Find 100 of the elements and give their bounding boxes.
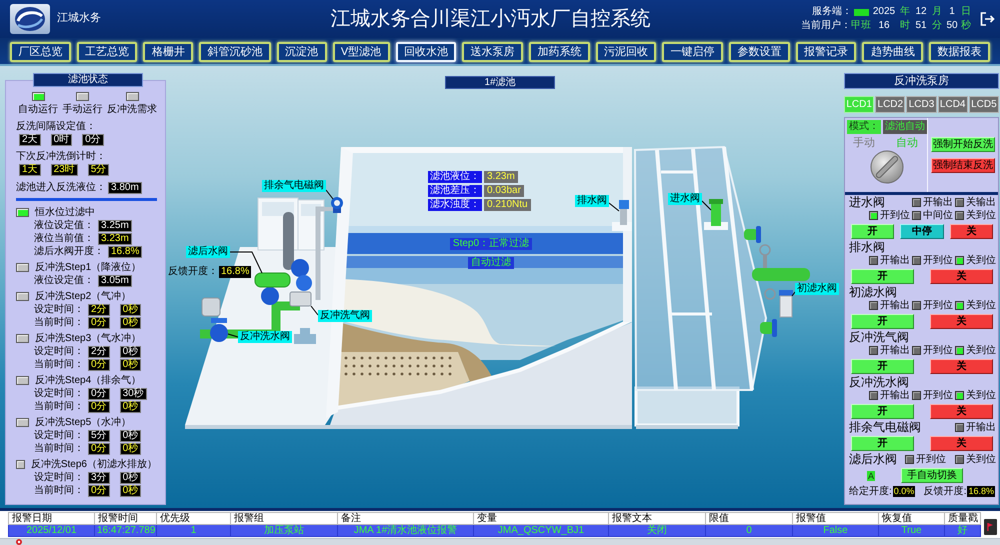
close-button[interactable]: 关	[930, 404, 993, 419]
app-icon[interactable]	[16, 539, 22, 545]
date-unit: 月	[931, 6, 943, 18]
start-backwash-button[interactable]: 强制开始反洗	[931, 137, 995, 152]
signal-label: 开到位	[880, 210, 910, 222]
signal-label: 开到位	[923, 390, 953, 402]
valve-name: 排水阀	[849, 241, 885, 254]
field-label: 反洗间隔设定值：	[16, 121, 97, 133]
nav-button[interactable]: 数据报表	[929, 42, 990, 62]
lcd-tab[interactable]: LCD2	[875, 96, 906, 113]
lcd-tab[interactable]: LCD3	[906, 96, 937, 113]
value-display: 2分	[88, 304, 110, 316]
field-label: 液位当前值：	[34, 232, 94, 244]
nav-button[interactable]: 加药系统	[528, 42, 590, 62]
flag-icon[interactable]	[984, 519, 997, 535]
switch-position-label: 自动	[896, 137, 918, 150]
rotary-switch[interactable]	[870, 150, 904, 184]
open-button[interactable]: 开	[851, 314, 914, 329]
column-header[interactable]: 报警组	[230, 512, 338, 524]
stop-backwash-button[interactable]: 强制结束反洗	[931, 158, 995, 173]
mode-flag: A	[867, 470, 876, 480]
leader-line	[608, 202, 620, 212]
column-header[interactable]: 报警值	[792, 512, 878, 524]
logout-icon[interactable]	[979, 11, 995, 27]
column-header[interactable]: 报警时间	[94, 512, 156, 524]
table-cell: 关闭	[608, 524, 706, 536]
value-display: 0分	[88, 316, 110, 328]
nav-button[interactable]: 回收水池	[396, 42, 456, 62]
nav-button[interactable]: V型滤池	[332, 42, 390, 62]
valve-drawing	[779, 290, 793, 318]
valve-drawing	[619, 200, 629, 225]
nav-button[interactable]: 参数设置	[729, 42, 790, 62]
valve-label: 排余气电磁阀	[262, 180, 326, 192]
nav-button[interactable]: 污泥回收	[596, 42, 656, 62]
field-label: 设定时间：	[34, 346, 84, 358]
open-button[interactable]: 开	[851, 269, 914, 284]
open-button[interactable]: 开	[851, 436, 914, 451]
leader-line	[326, 190, 334, 200]
column-header[interactable]: 优先级	[156, 512, 230, 524]
pause-button[interactable]: 中停	[900, 224, 944, 239]
auto-manual-button[interactable]: 手自动切换	[901, 468, 964, 483]
nav-button[interactable]: 送水泵房	[462, 42, 523, 62]
nav-button[interactable]: 工艺总览	[76, 42, 138, 62]
valve-label: 滤后水阀	[186, 246, 230, 258]
close-button[interactable]: 关	[930, 436, 993, 451]
column-header[interactable]: 恢复值	[878, 512, 944, 524]
value-display: 5分	[88, 164, 110, 176]
column-header[interactable]: 限值	[706, 512, 792, 524]
nav-button[interactable]: 斜管沉砂池	[199, 42, 271, 62]
close-button[interactable]: 关	[950, 224, 993, 239]
nav-button[interactable]: 报警记录	[796, 42, 856, 62]
lcd-tab[interactable]: LCD4	[938, 96, 968, 113]
signal-label: 关到位	[966, 210, 996, 222]
close-button[interactable]: 关	[930, 359, 993, 374]
signal-label: 开输出	[966, 422, 996, 434]
leader-line	[310, 306, 318, 316]
valve-name: 滤后水阀	[849, 453, 897, 466]
nav-button[interactable]: 趋势曲线	[862, 42, 924, 62]
field-label: 液位设定值：	[34, 274, 94, 286]
column-header[interactable]: 质量戳	[944, 512, 980, 524]
nav-button[interactable]: 格栅井	[143, 42, 194, 62]
field-label: 当前时间：	[34, 400, 84, 412]
time-value: 50	[945, 20, 959, 32]
valve-drawing	[331, 197, 343, 213]
field-label: 当前时间：	[34, 484, 84, 496]
value-display: 0分	[88, 484, 110, 496]
nav-button[interactable]: 厂区总览	[10, 42, 71, 62]
field-label: 下次反冲洗倒计时：	[16, 151, 107, 163]
value-display: 1天	[19, 164, 41, 176]
value-display: 30秒	[120, 388, 147, 400]
valve-name: 排余气电磁阀	[849, 421, 921, 434]
value-display: 3.25m	[98, 220, 132, 232]
close-button[interactable]: 关	[930, 269, 993, 284]
table-cell: 2025/12/01	[8, 524, 94, 536]
signal-label: 关输出	[966, 196, 996, 208]
signal-label: 关到位	[966, 454, 996, 466]
indicator-label: 自动运行	[18, 104, 58, 116]
alarm-row[interactable]: 2025/12/01 16:47:27.789 1 加压泵站 JMA 1#清水池液位报警 JMA_QSCYW_BJ1 关闭 0 False True 好	[8, 524, 980, 536]
column-header[interactable]: 报警文本	[608, 512, 706, 524]
signal-label: 开输出	[880, 254, 910, 266]
date-unit: 年	[899, 6, 911, 18]
indicator-label: 反冲洗需求	[107, 104, 157, 116]
lcd-tab[interactable]: LCD5	[968, 96, 1000, 113]
time-value: 16	[877, 20, 891, 32]
time-unit: 秒	[960, 20, 972, 32]
column-header[interactable]: 报警日期	[8, 512, 94, 524]
open-button[interactable]: 开	[851, 224, 894, 239]
open-button[interactable]: 开	[851, 359, 914, 374]
table-cell: 16:47:27.789	[94, 524, 156, 536]
nav-button[interactable]: 一键启停	[662, 42, 724, 62]
nav-button[interactable]: 沉淀池	[276, 42, 327, 62]
step-title: 反冲洗Step6（初滤水排放）	[30, 458, 157, 470]
column-header[interactable]: 变量	[474, 512, 608, 524]
value-display: 0分	[88, 442, 110, 454]
column-header[interactable]: 备注	[338, 512, 474, 524]
switch-position-label: 手动	[853, 137, 875, 150]
table-cell: False	[792, 524, 878, 536]
close-button[interactable]: 关	[930, 314, 993, 329]
open-button[interactable]: 开	[851, 404, 914, 419]
date-unit: 日	[960, 6, 972, 18]
